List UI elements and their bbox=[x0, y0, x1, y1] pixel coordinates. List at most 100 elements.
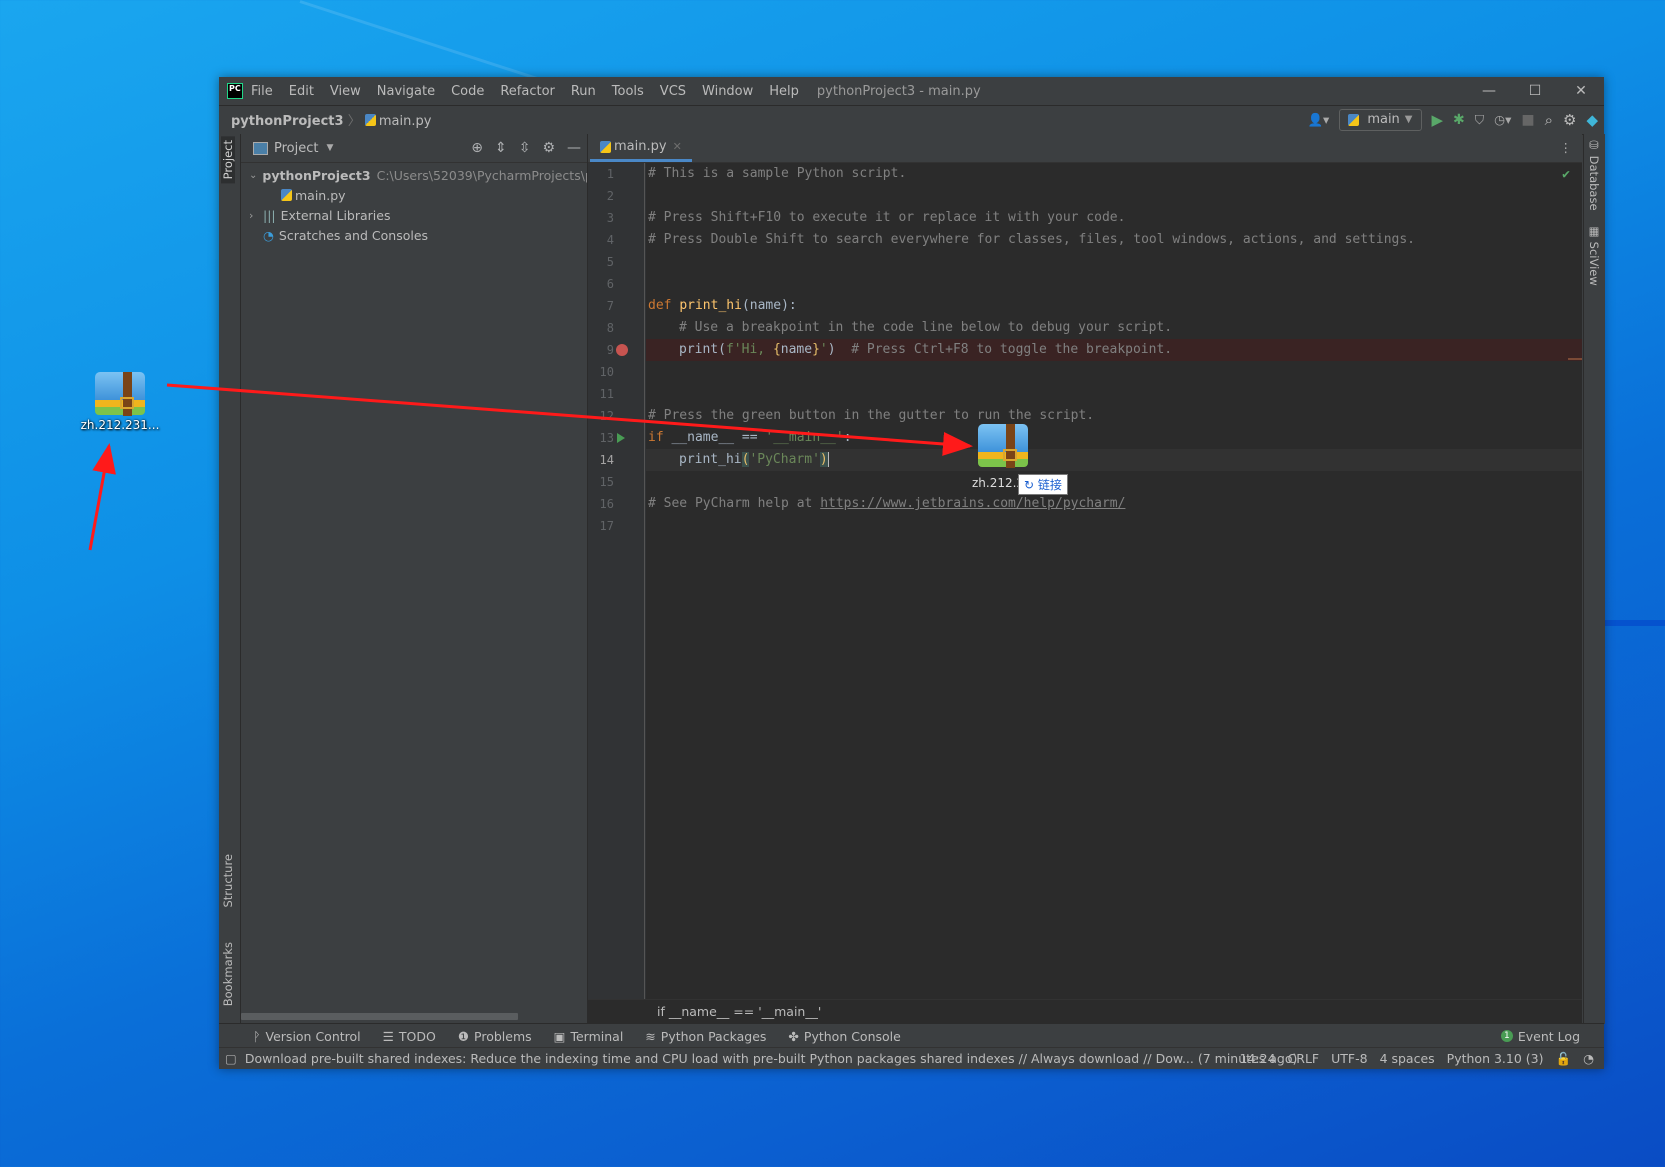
project-view-icon bbox=[253, 141, 268, 155]
line-number: 7 bbox=[606, 299, 614, 313]
problems-icon: ❶ bbox=[457, 1028, 470, 1044]
line-number: 5 bbox=[606, 255, 614, 269]
tree-item-main-py[interactable]: main.py bbox=[241, 185, 587, 205]
gear-icon[interactable]: ⚙ bbox=[1563, 111, 1576, 129]
hide-icon[interactable]: — bbox=[567, 140, 581, 156]
python-packages-tab[interactable]: ≋ Python Packages bbox=[645, 1029, 766, 1044]
right-tool-strip: ⛁ Database ▦ SciView bbox=[1583, 134, 1605, 1024]
coverage-icon[interactable]: ⛉ bbox=[1475, 112, 1484, 128]
run-configuration-selector[interactable]: main ▼ bbox=[1339, 108, 1422, 131]
expand-all-icon[interactable]: ⇕ bbox=[495, 140, 507, 156]
breadcrumb-project[interactable]: pythonProject3 bbox=[231, 114, 344, 129]
no-problems-check-icon[interactable]: ✔ bbox=[1562, 167, 1570, 182]
line-number: 14 bbox=[599, 453, 614, 467]
close-button[interactable]: ✕ bbox=[1558, 77, 1604, 105]
line-separator[interactable]: CRLF bbox=[1288, 1051, 1320, 1066]
menu-code[interactable]: Code bbox=[451, 84, 484, 99]
structure-tool-tab[interactable]: Structure bbox=[221, 854, 235, 908]
menu-run[interactable]: Run bbox=[571, 84, 596, 99]
menu-help[interactable]: Help bbox=[769, 84, 799, 99]
python-icon bbox=[1348, 113, 1360, 126]
desktop-archive-file[interactable]: zh.212.231... bbox=[80, 372, 160, 432]
fold-guide bbox=[644, 163, 645, 1000]
link-icon: ↻ bbox=[1024, 478, 1038, 492]
chevron-down-icon[interactable]: ⌄ bbox=[249, 170, 257, 181]
code-line-7: def print_hi(name): bbox=[648, 298, 797, 313]
user-icon[interactable]: 👤▾ bbox=[1307, 112, 1329, 128]
line-number: 12 bbox=[599, 409, 614, 423]
menu-view[interactable]: View bbox=[330, 84, 361, 99]
version-control-tab[interactable]: ᚹ Version Control bbox=[253, 1029, 361, 1044]
run-config-label: main bbox=[1367, 112, 1400, 127]
breakpoint-icon[interactable] bbox=[616, 344, 628, 356]
code-with-me-icon[interactable]: ◆ bbox=[1586, 111, 1598, 129]
gear-icon[interactable]: ⚙ bbox=[542, 140, 555, 156]
menu-tools[interactable]: Tools bbox=[612, 84, 644, 99]
database-tool-tab[interactable]: ⛁ Database bbox=[1587, 138, 1601, 211]
minimize-button[interactable]: — bbox=[1466, 77, 1512, 105]
python-console-tab[interactable]: ✤ Python Console bbox=[788, 1029, 900, 1044]
menu-refactor[interactable]: Refactor bbox=[500, 84, 555, 99]
navigation-bar: pythonProject3 〉 main.py 👤▾ main ▼ ▶ ✱ ⛉… bbox=[219, 105, 1604, 135]
library-icon: ||| bbox=[263, 207, 276, 223]
toggle-tool-windows-icon[interactable]: ▢ bbox=[225, 1051, 237, 1066]
sciview-tool-tab[interactable]: ▦ SciView bbox=[1587, 224, 1601, 286]
stop-icon[interactable]: ■ bbox=[1521, 112, 1534, 128]
project-tool-tab[interactable]: Project bbox=[221, 136, 235, 184]
close-tab-icon[interactable]: ✕ bbox=[673, 140, 682, 153]
chevron-right-icon[interactable]: › bbox=[249, 209, 263, 222]
inspection-icon[interactable]: ◔ bbox=[1583, 1051, 1594, 1066]
project-view-selector[interactable]: Project bbox=[274, 141, 318, 156]
archive-icon bbox=[978, 424, 1028, 468]
tab-main-py[interactable]: main.py ✕ bbox=[590, 134, 692, 162]
dragged-file-label: zh.212.2 bbox=[972, 476, 1025, 490]
locate-file-icon[interactable]: ⊕ bbox=[471, 140, 483, 156]
layers-icon: ≋ bbox=[645, 1028, 656, 1044]
tree-item-external-libraries[interactable]: › ||| External Libraries bbox=[241, 205, 587, 225]
search-icon[interactable]: ⌕ bbox=[1545, 111, 1553, 129]
run-icon[interactable]: ▶ bbox=[1432, 111, 1444, 129]
todo-tab[interactable]: ☰ TODO bbox=[383, 1029, 436, 1044]
maximize-button[interactable]: ☐ bbox=[1512, 77, 1558, 105]
menu-vcs[interactable]: VCS bbox=[660, 84, 686, 99]
project-path: C:\Users\52039\PycharmProjects\p bbox=[376, 167, 587, 183]
window-title: pythonProject3 - main.py bbox=[816, 83, 981, 99]
event-log-tab[interactable]: 1 Event Log bbox=[1500, 1029, 1580, 1044]
problems-tab[interactable]: ❶ Problems bbox=[458, 1029, 532, 1044]
collapse-all-icon[interactable]: ⇳ bbox=[519, 140, 531, 156]
help-link[interactable]: https://www.jetbrains.com/help/pycharm/ bbox=[820, 496, 1125, 511]
menu-navigate[interactable]: Navigate bbox=[377, 84, 435, 99]
chevron-down-icon: ▼ bbox=[1404, 114, 1413, 125]
line-number: 6 bbox=[606, 277, 614, 291]
arrow-to-desktop-icon bbox=[88, 443, 116, 551]
run-gutter-icon[interactable] bbox=[617, 433, 625, 443]
line-number: 10 bbox=[599, 365, 614, 379]
file-encoding[interactable]: UTF-8 bbox=[1331, 1051, 1367, 1066]
indent-setting[interactable]: 4 spaces bbox=[1380, 1051, 1435, 1066]
code-line-16: # See PyCharm help at https://www.jetbra… bbox=[648, 496, 1126, 511]
python-interpreter[interactable]: Python 3.10 (3) bbox=[1447, 1051, 1544, 1066]
bookmarks-tool-tab[interactable]: Bookmarks bbox=[221, 942, 235, 1006]
line-number: 17 bbox=[599, 519, 614, 533]
line-number: 15 bbox=[599, 475, 614, 489]
tree-item-project-root[interactable]: ⌄ pythonProject3 C:\Users\52039\PycharmP… bbox=[241, 165, 587, 185]
code-area[interactable]: 1 2 3 4 5 6 7 8 9 10 11 12 13 14 15 16 17 # This is a sa… bbox=[588, 163, 1582, 1000]
error-stripe-mark[interactable] bbox=[1568, 358, 1582, 360]
horizontal-scrollbar[interactable] bbox=[241, 1013, 518, 1020]
editor-breadcrumb[interactable]: if __name__ == '__main__' bbox=[588, 999, 1582, 1024]
tree-item-scratches[interactable]: ◔ Scratches and Consoles bbox=[241, 225, 587, 245]
code-line-9: print(f'Hi, {name}') # Press Ctrl+F8 to … bbox=[679, 342, 1173, 357]
more-options-icon[interactable]: ⋮ bbox=[1560, 140, 1573, 155]
python-file-icon bbox=[364, 114, 376, 126]
terminal-tab[interactable]: ▣ Terminal bbox=[554, 1029, 624, 1044]
profile-icon[interactable]: ◷▾ bbox=[1494, 112, 1511, 127]
chevron-down-icon[interactable]: ▼ bbox=[326, 143, 333, 153]
debug-icon[interactable]: ✱ bbox=[1453, 112, 1465, 128]
lock-icon[interactable]: 🔓 bbox=[1556, 1051, 1572, 1067]
menu-window[interactable]: Window bbox=[702, 84, 753, 99]
breadcrumb-file[interactable]: main.py bbox=[379, 114, 432, 129]
menu-edit[interactable]: Edit bbox=[289, 84, 314, 99]
status-message[interactable]: Download pre-built shared indexes: Reduc… bbox=[245, 1051, 1298, 1066]
menu-file[interactable]: File bbox=[251, 84, 273, 99]
caret-position[interactable]: 14:24 bbox=[1240, 1051, 1276, 1066]
